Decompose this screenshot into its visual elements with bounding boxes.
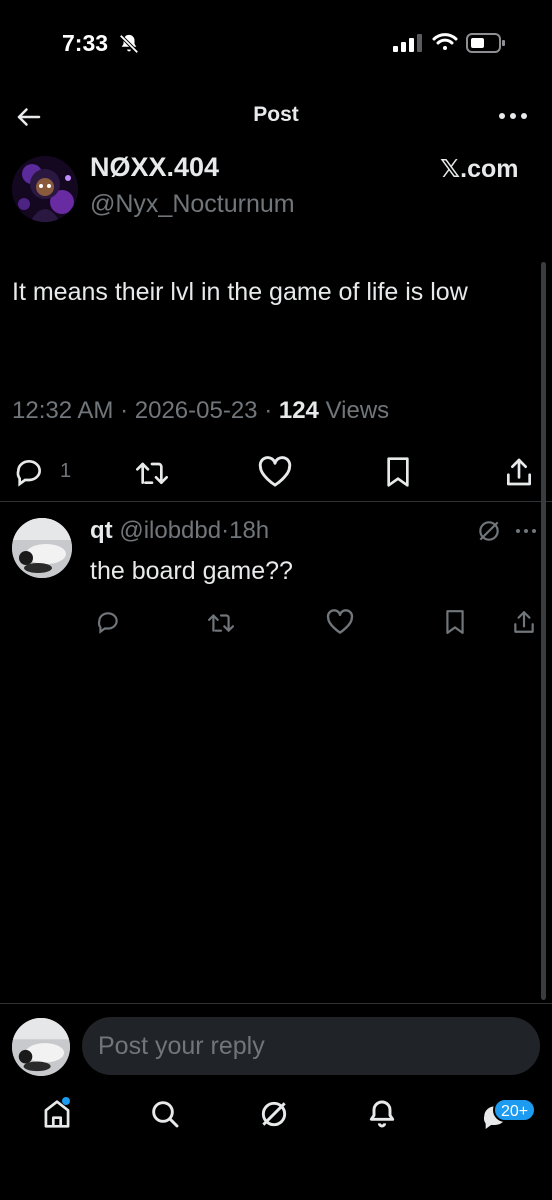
bell-icon [369, 1100, 395, 1128]
reply-reply-button[interactable] [94, 609, 122, 635]
repost-icon [208, 614, 235, 632]
meta-separator: · [264, 397, 273, 424]
reply-input[interactable] [82, 1017, 540, 1075]
more-horizontal-icon [499, 113, 527, 119]
back-button[interactable] [14, 102, 44, 132]
page-title: Post [253, 103, 299, 126]
reply-button[interactable] [12, 456, 46, 488]
heart-icon [326, 609, 354, 634]
heart-icon [258, 456, 292, 487]
signal-icon [393, 34, 423, 52]
bookmark-icon [446, 610, 464, 634]
post-time: 12:32 AM [12, 397, 114, 424]
nav-grok[interactable] [258, 1098, 290, 1130]
reply-count: 1 [60, 460, 72, 482]
share-icon [514, 611, 534, 633]
reply-text: the board game?? [90, 557, 293, 585]
reply-author-name[interactable]: qt [90, 517, 113, 544]
reply-repost-button[interactable] [205, 609, 237, 635]
scrollbar[interactable] [541, 262, 546, 1000]
reply-avatar[interactable] [12, 518, 72, 578]
grok-icon [479, 521, 499, 541]
reply-more-button[interactable] [514, 524, 538, 538]
like-button[interactable] [257, 456, 293, 488]
bookmark-button[interactable] [383, 456, 413, 488]
meta-separator: · [120, 397, 129, 424]
share-button[interactable] [503, 456, 535, 488]
repost-button[interactable] [133, 456, 171, 488]
home-notification-dot [62, 1097, 70, 1105]
more-horizontal-icon [516, 529, 536, 533]
source-link[interactable]: 𝕏.com [440, 154, 519, 184]
bookmark-icon [387, 457, 409, 487]
share-icon [507, 458, 531, 486]
composer-avatar [12, 1018, 70, 1076]
grok-icon [261, 1101, 287, 1127]
comment-icon [97, 612, 118, 634]
divider [0, 1003, 552, 1004]
reply-share-button[interactable] [511, 609, 537, 635]
meta-separator: · [221, 517, 230, 544]
author-name[interactable]: NØXX.404 [90, 152, 219, 183]
status-time: 7:33 [62, 30, 109, 56]
views-label[interactable]: Views [326, 397, 390, 424]
views-count[interactable]: 124 [279, 397, 319, 424]
reply-header: qt @ilobdbd·18h [90, 517, 269, 545]
reply-age: 18h [229, 517, 270, 544]
nav-notifications[interactable] [366, 1098, 398, 1130]
more-options-button[interactable] [496, 106, 530, 126]
wifi-icon [432, 32, 458, 52]
grok-button[interactable] [476, 518, 502, 544]
comment-icon [16, 459, 41, 487]
search-icon [152, 1101, 179, 1128]
arrow-left-icon [17, 108, 41, 126]
reply-bookmark-button[interactable] [443, 609, 467, 635]
repost-icon [136, 462, 169, 484]
messages-badge: 20+ [493, 1098, 537, 1122]
author-handle[interactable]: @Nyx_Nocturnum [90, 190, 295, 219]
bell-slash-icon [118, 33, 140, 55]
reply-author-handle[interactable]: @ilobdbd [119, 517, 221, 544]
divider [0, 501, 552, 502]
author-avatar[interactable] [12, 156, 78, 222]
post-meta: 12:32 AM · 2026-05-23 · 124 Views [12, 397, 389, 425]
battery-icon [466, 33, 506, 53]
nav-explore[interactable] [149, 1098, 181, 1130]
post-text: It means their lvl in the game of life i… [12, 278, 468, 306]
post-date: 2026-05-23 [134, 397, 258, 424]
reply-like-button[interactable] [325, 609, 355, 635]
